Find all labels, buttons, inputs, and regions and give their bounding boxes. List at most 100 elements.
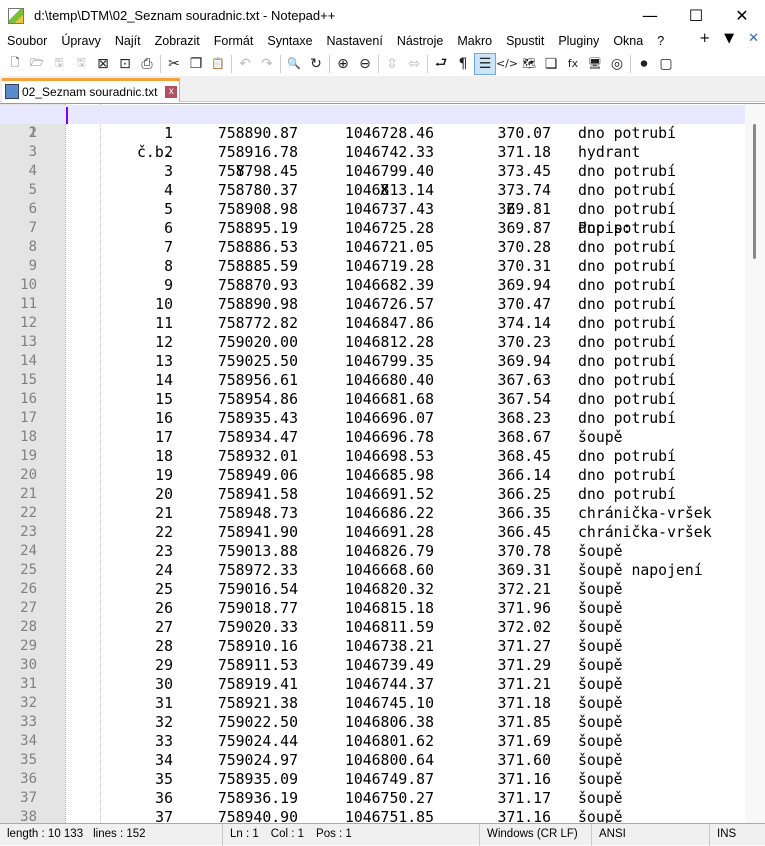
editor-line[interactable]: 18 17 758934.47 1046696.78 368.67 šoupě <box>0 428 745 447</box>
menu-soubor[interactable]: Soubor <box>0 34 54 48</box>
record-macro-icon[interactable]: ⏺ <box>633 53 655 75</box>
save-icon[interactable]: 🖫 <box>48 53 70 75</box>
editor-line[interactable]: 15 14 758956.61 1046680.40 367.63 dno potrubí <box>0 371 745 390</box>
close-document-button[interactable]: ✕ <box>748 31 759 46</box>
editor-line[interactable]: 33 32 759022.50 1046806.38 371.85 šoupě <box>0 713 745 732</box>
maximize-button[interactable]: ☐ <box>673 0 719 31</box>
menu-zobrazit[interactable]: Zobrazit <box>148 34 207 48</box>
zoom-in-icon[interactable]: ⊕ <box>332 53 354 75</box>
redo-icon[interactable]: ↷ <box>256 53 278 75</box>
editor-line[interactable]: 29 28 758910.16 1046738.21 371.27 šoupě <box>0 637 745 656</box>
editor-line[interactable]: 24 23 759013.88 1046826.79 370.78 šoupě <box>0 542 745 561</box>
editor-line[interactable]: 4 3 758798.45 1046799.40 373.45 dno potrubí <box>0 162 745 181</box>
undo-icon[interactable]: ↶ <box>234 53 256 75</box>
editor-line[interactable]: 9 8 758885.59 1046719.28 370.31 dno potrubí <box>0 257 745 276</box>
monitoring-icon[interactable]: ◎ <box>606 53 628 75</box>
vertical-scrollbar[interactable] <box>745 104 765 823</box>
menu-help[interactable]: ? <box>650 34 671 48</box>
editor-line[interactable]: 37 36 758936.19 1046750.27 371.17 šoupě <box>0 789 745 808</box>
menu-okna[interactable]: Okna <box>606 34 650 48</box>
editor-line[interactable]: 7 6 758895.19 1046725.28 369.87 dno potrubí <box>0 219 745 238</box>
editor-line[interactable]: 16 15 758954.86 1046681.68 367.54 dno potrubí <box>0 390 745 409</box>
editor-line[interactable]: 6 5 758908.98 1046737.43 369.81 dno potrubí <box>0 200 745 219</box>
editor-line[interactable]: 21 20 758941.58 1046691.52 366.25 dno potrubí <box>0 485 745 504</box>
folder-workspace-icon[interactable]: 🖥 <box>584 53 606 75</box>
editor-line[interactable]: 26 25 759016.54 1046820.32 372.21 šoupě <box>0 580 745 599</box>
open-folder-icon[interactable]: 🗁 <box>26 53 48 75</box>
minimize-button[interactable]: — <box>627 0 673 31</box>
menu-nastaveni[interactable]: Nastavení <box>320 34 390 48</box>
zoom-out-icon[interactable]: ⊖ <box>354 53 376 75</box>
show-all-chars-icon[interactable]: ¶ <box>452 53 474 75</box>
status-insert-mode[interactable]: INS <box>710 824 765 846</box>
description: dno potrubí <box>578 296 676 313</box>
editor-line[interactable]: 20 19 758949.06 1046685.98 366.14 dno potrubí <box>0 466 745 485</box>
document-list-icon[interactable]: ❏ <box>540 53 562 75</box>
tab-list-dropdown[interactable]: ▼ <box>724 31 734 46</box>
document-map-icon[interactable]: 🗺 <box>518 53 540 75</box>
paste-icon[interactable]: 📋 <box>207 53 229 75</box>
editor-line[interactable]: 25 24 758972.33 1046668.60 369.31 šoupě napoj… <box>0 561 745 580</box>
editor-line[interactable]: 3 2 758916.78 1046742.33 371.18 hydrant <box>0 143 745 162</box>
point-number: 22 <box>155 524 173 541</box>
cut-icon[interactable]: ✂ <box>163 53 185 75</box>
menu-upravy[interactable]: Úpravy <box>54 34 108 48</box>
editor-line[interactable]: 35 34 759024.97 1046800.64 371.60 šoupě <box>0 751 745 770</box>
status-eol[interactable]: Windows (CR LF) <box>480 824 592 846</box>
editor-line[interactable]: 28 27 759020.33 1046811.59 372.02 šoupě <box>0 618 745 637</box>
menu-spustit[interactable]: Spustit <box>499 34 551 48</box>
menu-format[interactable]: Formát <box>207 34 261 48</box>
close-all-icon[interactable]: ⊡ <box>114 53 136 75</box>
editor-line[interactable]: 8 7 758886.53 1046721.05 370.28 dno potrubí <box>0 238 745 257</box>
tab-close-icon[interactable]: x <box>165 85 178 98</box>
function-list-icon[interactable]: fx <box>562 53 584 75</box>
window-title: d:\temp\DTM\02_Seznam souradnic.txt - No… <box>34 8 336 23</box>
menu-pluginy[interactable]: Pluginy <box>551 34 606 48</box>
replace-icon[interactable]: ↻ <box>305 53 327 75</box>
coord-x: 1046812.28 <box>344 334 434 351</box>
editor-line[interactable]: 19 18 758932.01 1046698.53 368.45 dno potrubí <box>0 447 745 466</box>
editor-line[interactable]: 13 12 759020.00 1046812.28 370.23 dno potrubí <box>0 333 745 352</box>
editor-line[interactable]: 27 26 759018.77 1046815.18 371.96 šoupě <box>0 599 745 618</box>
status-encoding[interactable]: ANSI <box>592 824 710 846</box>
editor-line[interactable]: 5 4 758780.37 1046813.14 373.74 dno potrubí <box>0 181 745 200</box>
editor-line-header[interactable]: 1 č.b. Y X Z Popis: <box>0 105 745 237</box>
new-file-icon[interactable]: 🗋 <box>4 53 26 75</box>
editor-line[interactable]: 22 21 758948.73 1046686.22 366.35 chránička-v… <box>0 504 745 523</box>
editor-line[interactable]: 17 16 758935.43 1046696.07 368.23 dno potrubí <box>0 409 745 428</box>
coord-x: 1046826.79 <box>344 543 434 560</box>
close-window-button[interactable]: ✕ <box>719 0 765 31</box>
close-icon[interactable]: ⊠ <box>92 53 114 75</box>
editor-line[interactable]: 10 9 758870.93 1046682.39 369.94 dno potrubí <box>0 276 745 295</box>
sync-horizontal-icon[interactable]: ⬄ <box>403 53 425 75</box>
indent-guide-icon[interactable]: ☰ <box>474 52 496 75</box>
scrollbar-thumb[interactable] <box>753 124 756 259</box>
editor-line[interactable]: 38 37 758940.90 1046751.85 371.16 šoupě <box>0 808 745 823</box>
editor-line[interactable]: 12 11 758772.82 1046847.86 374.14 dno potrubí <box>0 314 745 333</box>
xml-tag-icon[interactable]: </> <box>496 53 518 75</box>
editor-line[interactable]: 23 22 758941.90 1046691.28 366.45 chránička-v… <box>0 523 745 542</box>
word-wrap-icon[interactable]: ⮐ <box>430 53 452 75</box>
menu-makro[interactable]: Makro <box>450 34 499 48</box>
save-all-icon[interactable]: 🖫 <box>70 53 92 75</box>
menu-syntaxe[interactable]: Syntaxe <box>260 34 319 48</box>
menu-najit[interactable]: Najít <box>108 34 148 48</box>
find-icon[interactable]: 🔍 <box>283 53 305 75</box>
editor-line[interactable]: 14 13 759025.50 1046799.35 369.94 dno potrubí <box>0 352 745 371</box>
sync-vertical-icon[interactable]: ⇳ <box>381 53 403 75</box>
description: chránička-vršek <box>578 505 712 522</box>
editor-line[interactable]: 31 30 758919.41 1046744.37 371.21 šoupě <box>0 675 745 694</box>
copy-icon[interactable]: ❐ <box>185 53 207 75</box>
editor-line[interactable]: 11 10 758890.98 1046726.57 370.47 dno potrubí <box>0 295 745 314</box>
editor-line[interactable]: 36 35 758935.09 1046749.87 371.16 šoupě <box>0 770 745 789</box>
text-editor[interactable]: 1 č.b. Y X Z Popis: 2 1 758890.87 1046728.4… <box>0 103 765 823</box>
new-tab-button[interactable]: + <box>699 31 710 46</box>
editor-line[interactable]: 32 31 758921.38 1046745.10 371.18 šoupě <box>0 694 745 713</box>
print-icon[interactable]: ⎙ <box>136 53 158 75</box>
menu-nastroje[interactable]: Nástroje <box>390 34 451 48</box>
tab-02-seznam-souradnic[interactable]: 02_Seznam souradnic.txt x <box>2 78 180 102</box>
editor-line[interactable]: 34 33 759024.44 1046801.62 371.69 šoupě <box>0 732 745 751</box>
editor-line[interactable]: 2 1 758890.87 1046728.46 370.07 dno potrubí <box>0 124 745 143</box>
editor-line[interactable]: 30 29 758911.53 1046739.49 371.29 šoupě <box>0 656 745 675</box>
stop-macro-icon[interactable]: ▢ <box>655 53 677 75</box>
